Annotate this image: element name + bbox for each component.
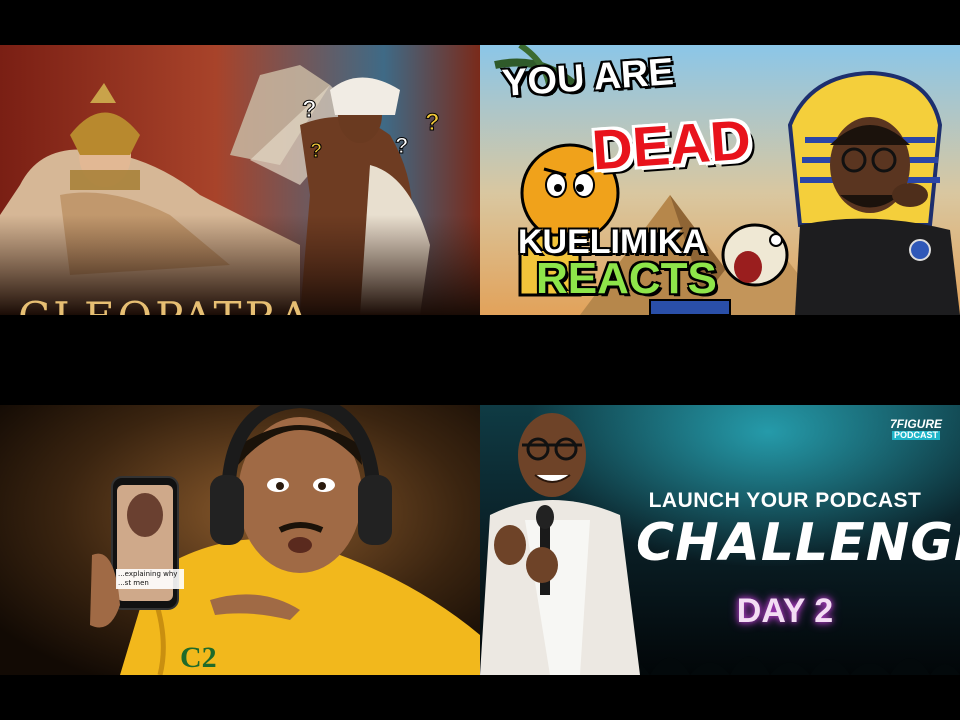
brand-logo-line2: PODCAST	[892, 430, 941, 440]
svg-text:?: ?	[310, 140, 322, 162]
svg-text:?: ?	[425, 109, 440, 136]
thumbnail-headline-line1: LAUNCH YOUR PODCAST	[648, 489, 922, 512]
video-thumbnail-headphones-reaction[interactable]: C2 ...explaining why ...st men	[0, 405, 480, 675]
brand-logo-line1: 7FIGURE	[890, 417, 943, 431]
video-thumbnail-podcast-challenge[interactable]: 7FIGURE PODCAST LAUNCH YOUR PODCAST CHAL…	[480, 405, 960, 675]
thumbnail-headline-line2: CHALLENGE	[636, 513, 960, 573]
phone-screen-caption: ...explaining why ...st men	[116, 569, 184, 589]
video-thumbnail-cleopatra[interactable]: ? ? ? ? CLEOPATRA	[0, 45, 480, 315]
channel-badge-line2: REACTS	[536, 254, 717, 303]
reaction-photo-image: C2	[0, 405, 480, 675]
svg-text:?: ?	[302, 96, 317, 123]
svg-text:C2: C2	[180, 641, 217, 674]
thumbnail-title-text: CLEOPATRA	[18, 297, 313, 316]
svg-text:?: ?	[395, 133, 408, 158]
thumbnail-headline-line2: DEAD	[589, 107, 753, 182]
video-thumbnail-kuelimika-reacts[interactable]: YOU ARE DEAD KUELIMIKA REACTS	[480, 45, 960, 315]
thumbnail-headline-line3: DAY 2	[736, 592, 834, 630]
cleopatra-painting-image: ? ? ? ?	[0, 45, 480, 315]
